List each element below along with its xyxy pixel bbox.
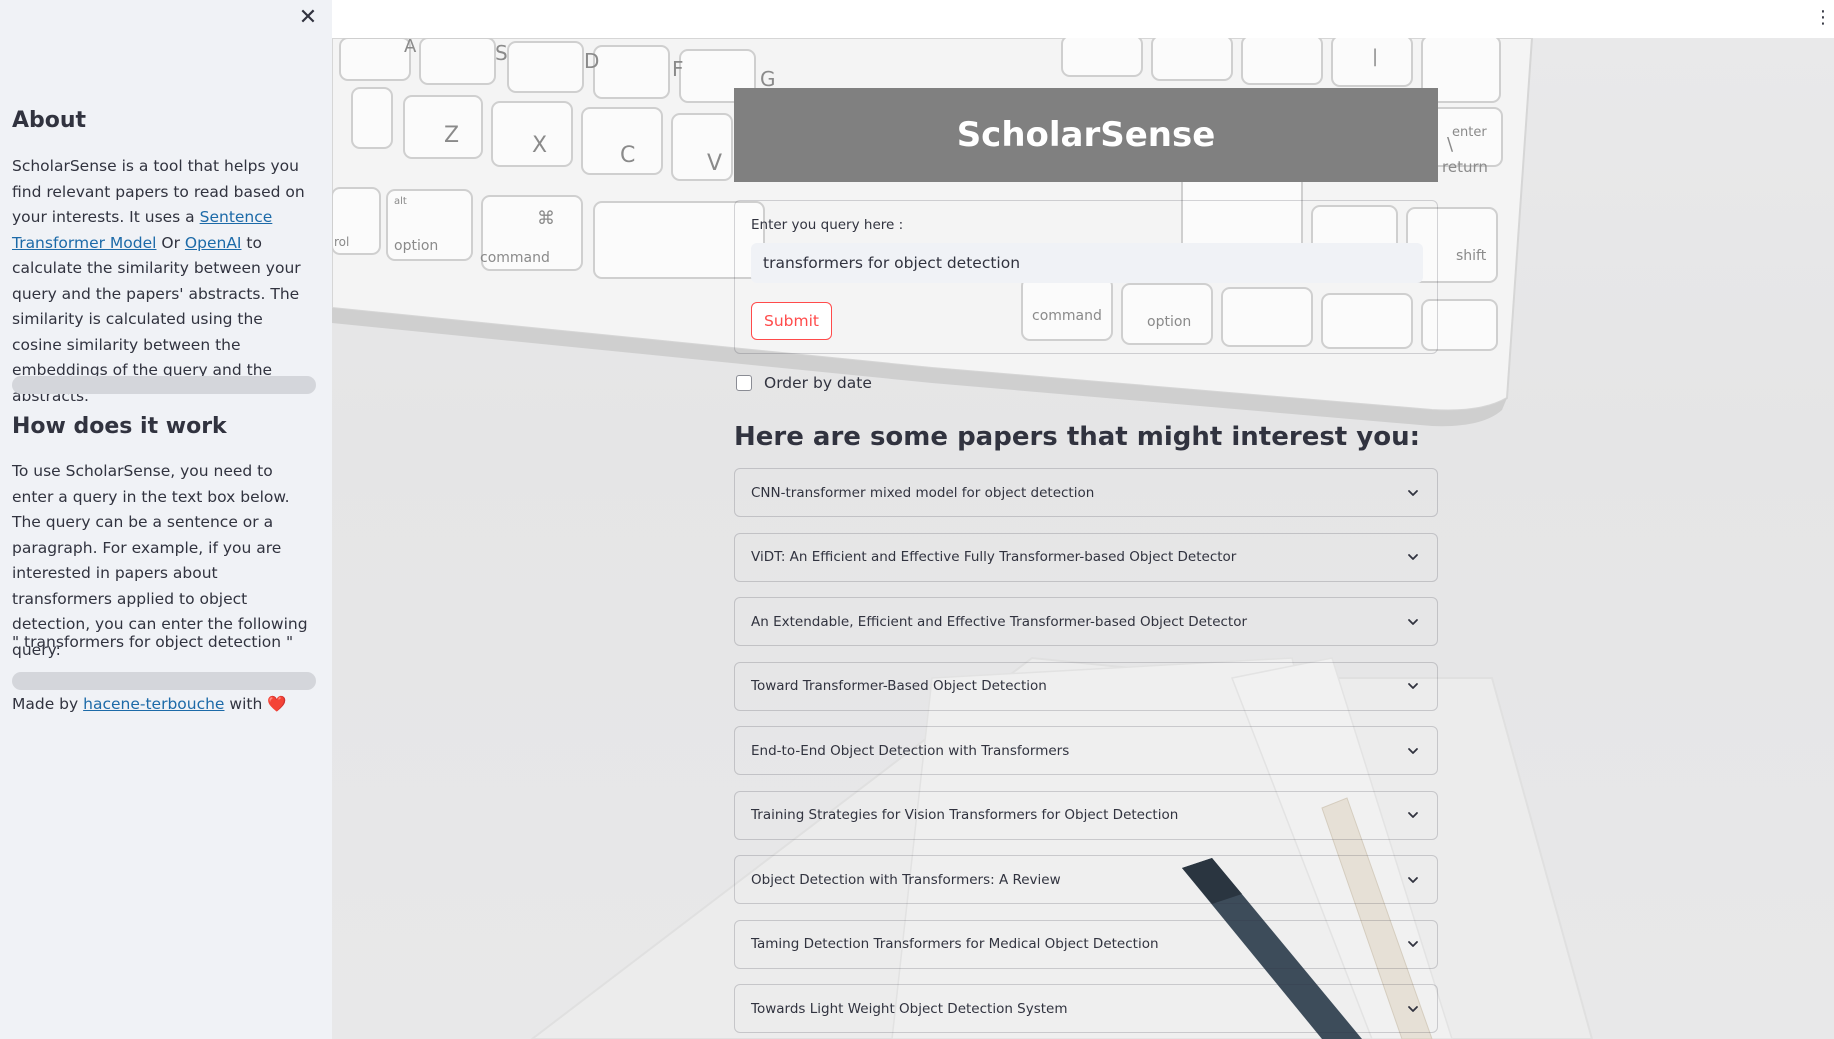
close-icon[interactable]: ✕ bbox=[298, 6, 318, 30]
sidebar: ✕ About ScholarSense is a tool that help… bbox=[0, 0, 332, 1039]
svg-text:return: return bbox=[1442, 158, 1488, 176]
divider bbox=[12, 672, 316, 690]
results-heading: Here are some papers that might interest… bbox=[734, 422, 1421, 452]
svg-text:|: | bbox=[1372, 46, 1378, 67]
order-by-date-label[interactable]: Order by date bbox=[764, 374, 872, 392]
chevron-down-icon bbox=[1408, 618, 1418, 625]
order-by-date-row: Order by date bbox=[734, 372, 1438, 394]
submit-button[interactable]: Submit bbox=[751, 302, 832, 340]
svg-text:X: X bbox=[532, 133, 547, 158]
paper-title: Towards Light Weight Object Detection Sy… bbox=[751, 1000, 1068, 1017]
how-heading: How does it work bbox=[12, 414, 227, 439]
paper-title: Object Detection with Transformers: A Re… bbox=[751, 871, 1061, 888]
svg-text:enter: enter bbox=[1452, 125, 1487, 140]
heart-icon: ❤️ bbox=[267, 695, 287, 713]
paper-expander[interactable]: Training Strategies for Vision Transform… bbox=[734, 790, 1438, 840]
svg-text:shift: shift bbox=[1456, 248, 1487, 264]
svg-text:option: option bbox=[394, 238, 438, 254]
made-by-prefix: Made by bbox=[12, 695, 84, 713]
paper-title: An Extendable, Efficient and Effective T… bbox=[751, 613, 1248, 630]
divider bbox=[12, 376, 316, 394]
title-banner: ScholarSense bbox=[734, 88, 1438, 182]
author-link[interactable]: hacene-terbouche bbox=[83, 695, 224, 713]
chevron-down-icon bbox=[1408, 941, 1418, 947]
made-by: Made by hacene-terbouche with ❤️ bbox=[12, 693, 287, 715]
chevron-down-icon bbox=[1408, 1005, 1418, 1012]
svg-text:F: F bbox=[672, 57, 684, 81]
query-label: Enter you query here : bbox=[751, 217, 904, 233]
svg-text:\: \ bbox=[1447, 134, 1454, 155]
paper-title: ViDT: An Efficient and Effective Fully T… bbox=[751, 549, 1237, 565]
chevron-down-icon bbox=[1408, 747, 1418, 754]
chevron-down-icon bbox=[1408, 876, 1418, 883]
paper-expander[interactable]: CNN-transformer mixed model for object d… bbox=[734, 468, 1438, 517]
svg-text:rol: rol bbox=[334, 235, 349, 249]
svg-text:S: S bbox=[495, 41, 508, 65]
chevron-down-icon bbox=[1408, 812, 1418, 818]
about-heading: About bbox=[12, 108, 87, 133]
kebab-menu-icon[interactable]: ⋮ bbox=[1814, 6, 1832, 30]
svg-text:alt: alt bbox=[394, 196, 407, 207]
order-by-date-checkbox[interactable] bbox=[736, 375, 752, 391]
paper-title: Taming Detection Transformers for Medica… bbox=[751, 936, 1159, 952]
about-text-part: Or bbox=[156, 233, 185, 252]
query-input[interactable] bbox=[751, 243, 1423, 283]
example-query: " transformers for object detection " bbox=[12, 633, 294, 651]
svg-text:C: C bbox=[620, 143, 635, 168]
about-text: ScholarSense is a tool that helps you fi… bbox=[12, 154, 316, 409]
paper-expander[interactable]: End-to-End Object Detection with Transfo… bbox=[734, 726, 1438, 775]
chevron-down-icon bbox=[1408, 489, 1418, 496]
svg-text:A: A bbox=[404, 38, 417, 57]
paper-expander[interactable]: ViDT: An Efficient and Effective Fully T… bbox=[734, 532, 1438, 582]
results-list: CNN-transformer mixed model for object d… bbox=[734, 468, 1438, 1033]
paper-title: Training Strategies for Vision Transform… bbox=[751, 807, 1179, 823]
chevron-down-icon bbox=[1408, 683, 1418, 689]
query-form: Enter you query here : Submit bbox=[734, 200, 1438, 354]
top-header: ⋮ bbox=[332, 0, 1834, 38]
paper-expander[interactable]: An Extendable, Efficient and Effective T… bbox=[734, 597, 1438, 646]
paper-title: CNN-transformer mixed model for object d… bbox=[751, 484, 1095, 501]
paper-title: End-to-End Object Detection with Transfo… bbox=[751, 742, 1070, 759]
svg-text:D: D bbox=[584, 49, 599, 73]
main-content: ScholarSense Enter you query here : Subm… bbox=[734, 88, 1438, 1039]
openai-link[interactable]: OpenAI bbox=[185, 234, 242, 252]
paper-expander[interactable]: Toward Transformer-Based Object Detectio… bbox=[734, 661, 1438, 711]
svg-text:command: command bbox=[480, 250, 550, 266]
app-window: A S D F G Z X C V enter return shift opt… bbox=[0, 0, 1834, 1039]
paper-title: Toward Transformer-Based Object Detectio… bbox=[751, 678, 1047, 694]
svg-text:⌘: ⌘ bbox=[537, 208, 555, 229]
made-by-suffix: with bbox=[224, 695, 268, 713]
svg-text:V: V bbox=[707, 151, 722, 176]
paper-expander[interactable]: Towards Light Weight Object Detection Sy… bbox=[734, 984, 1438, 1033]
page-title: ScholarSense bbox=[956, 115, 1216, 155]
svg-text:Z: Z bbox=[444, 123, 459, 148]
paper-expander[interactable]: Object Detection with Transformers: A Re… bbox=[734, 855, 1438, 904]
paper-expander[interactable]: Taming Detection Transformers for Medica… bbox=[734, 919, 1438, 969]
chevron-down-icon bbox=[1408, 554, 1418, 560]
